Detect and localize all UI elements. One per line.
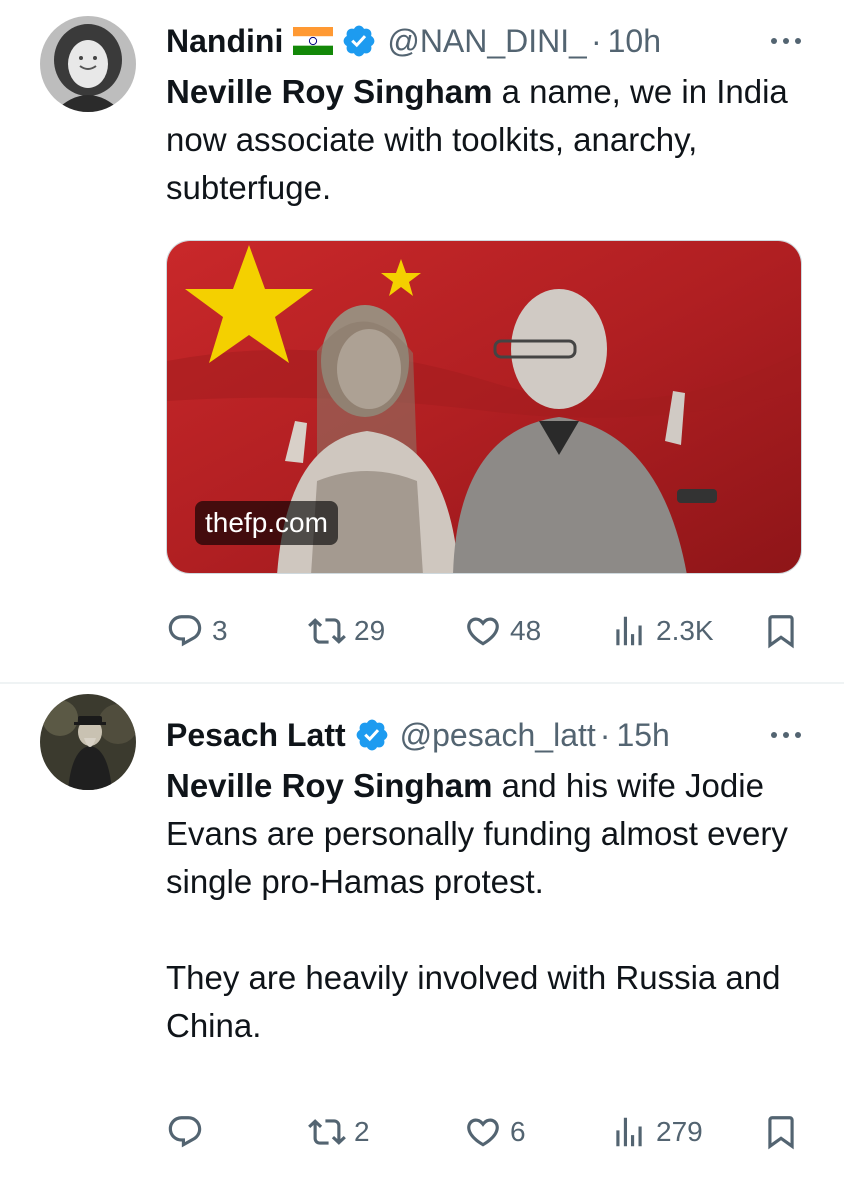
bookmark-icon: [768, 615, 794, 649]
reply-button[interactable]: 3: [166, 611, 228, 651]
reply-count: 3: [212, 615, 228, 646]
like-icon: [467, 617, 499, 646]
avatar[interactable]: [40, 16, 136, 112]
author-name[interactable]: Pesach Latt: [166, 717, 346, 754]
more-icon[interactable]: [768, 721, 804, 749]
reply-icon: [168, 615, 202, 647]
like-icon: [467, 1118, 499, 1147]
views-icon: [616, 616, 642, 646]
tweet-text: Neville Roy Singham a name, we in India …: [166, 68, 806, 212]
timestamp[interactable]: 10h: [608, 23, 661, 60]
verified-badge-icon: [343, 25, 375, 57]
bookmark-button[interactable]: [762, 1112, 800, 1152]
media-domain-label[interactable]: thefp.com: [195, 501, 338, 545]
action-bar: 2 6 279: [166, 1112, 806, 1152]
views-button[interactable]: 2.3K: [610, 611, 714, 651]
more-icon[interactable]: [768, 27, 804, 55]
tweet-text: Neville Roy Singham and his wife Jodie E…: [166, 762, 806, 1050]
action-bar: 3 29 48 2.3K: [166, 611, 806, 651]
repost-count: 29: [354, 615, 386, 646]
reply-icon: [168, 1116, 202, 1148]
views-count: 279: [656, 1116, 703, 1147]
avatar-photo: [40, 694, 136, 790]
views-button[interactable]: 279: [610, 1112, 703, 1152]
flag-india-icon: [293, 27, 334, 55]
tweet-pesach-latt[interactable]: Pesach Latt @pesach_latt · 15h Neville R…: [0, 684, 844, 1200]
author-handle[interactable]: @pesach_latt: [400, 717, 596, 754]
media-image[interactable]: thefp.com: [166, 240, 802, 574]
like-count: 6: [510, 1116, 526, 1147]
views-icon: [616, 1117, 642, 1147]
repost-icon: [308, 618, 346, 644]
tweet-header: Nandini @NAN_DINI_ · 10h: [166, 17, 804, 65]
repost-button[interactable]: 2: [308, 1112, 370, 1152]
bookmark-button[interactable]: [762, 611, 800, 651]
like-button[interactable]: 6: [464, 1112, 526, 1152]
repost-icon: [308, 1119, 346, 1145]
tweet-nandini[interactable]: Nandini @NAN_DINI_ · 10h Neville Roy Sin…: [0, 0, 844, 682]
author-handle[interactable]: @NAN_DINI_: [387, 23, 587, 60]
repost-count: 2: [354, 1116, 370, 1147]
separator: ·: [590, 22, 602, 59]
bookmark-icon: [768, 1116, 794, 1150]
tweet-header: Pesach Latt @pesach_latt · 15h: [166, 711, 804, 759]
avatar-photo: [40, 16, 136, 112]
separator: ·: [599, 716, 611, 753]
views-count: 2.3K: [656, 615, 714, 646]
timestamp[interactable]: 15h: [616, 717, 669, 754]
reply-button[interactable]: [166, 1112, 212, 1152]
tweet-text-bold[interactable]: Neville Roy Singham: [166, 767, 492, 804]
author-name[interactable]: Nandini: [166, 23, 283, 60]
like-button[interactable]: 48: [464, 611, 541, 651]
tweet-text-bold[interactable]: Neville Roy Singham: [166, 73, 492, 110]
tweet-text-rest: and his wife Jodie Evans are personally …: [166, 767, 788, 1044]
repost-button[interactable]: 29: [308, 611, 385, 651]
like-count: 48: [510, 615, 542, 646]
avatar[interactable]: [40, 694, 136, 790]
verified-badge-icon: [356, 719, 387, 751]
